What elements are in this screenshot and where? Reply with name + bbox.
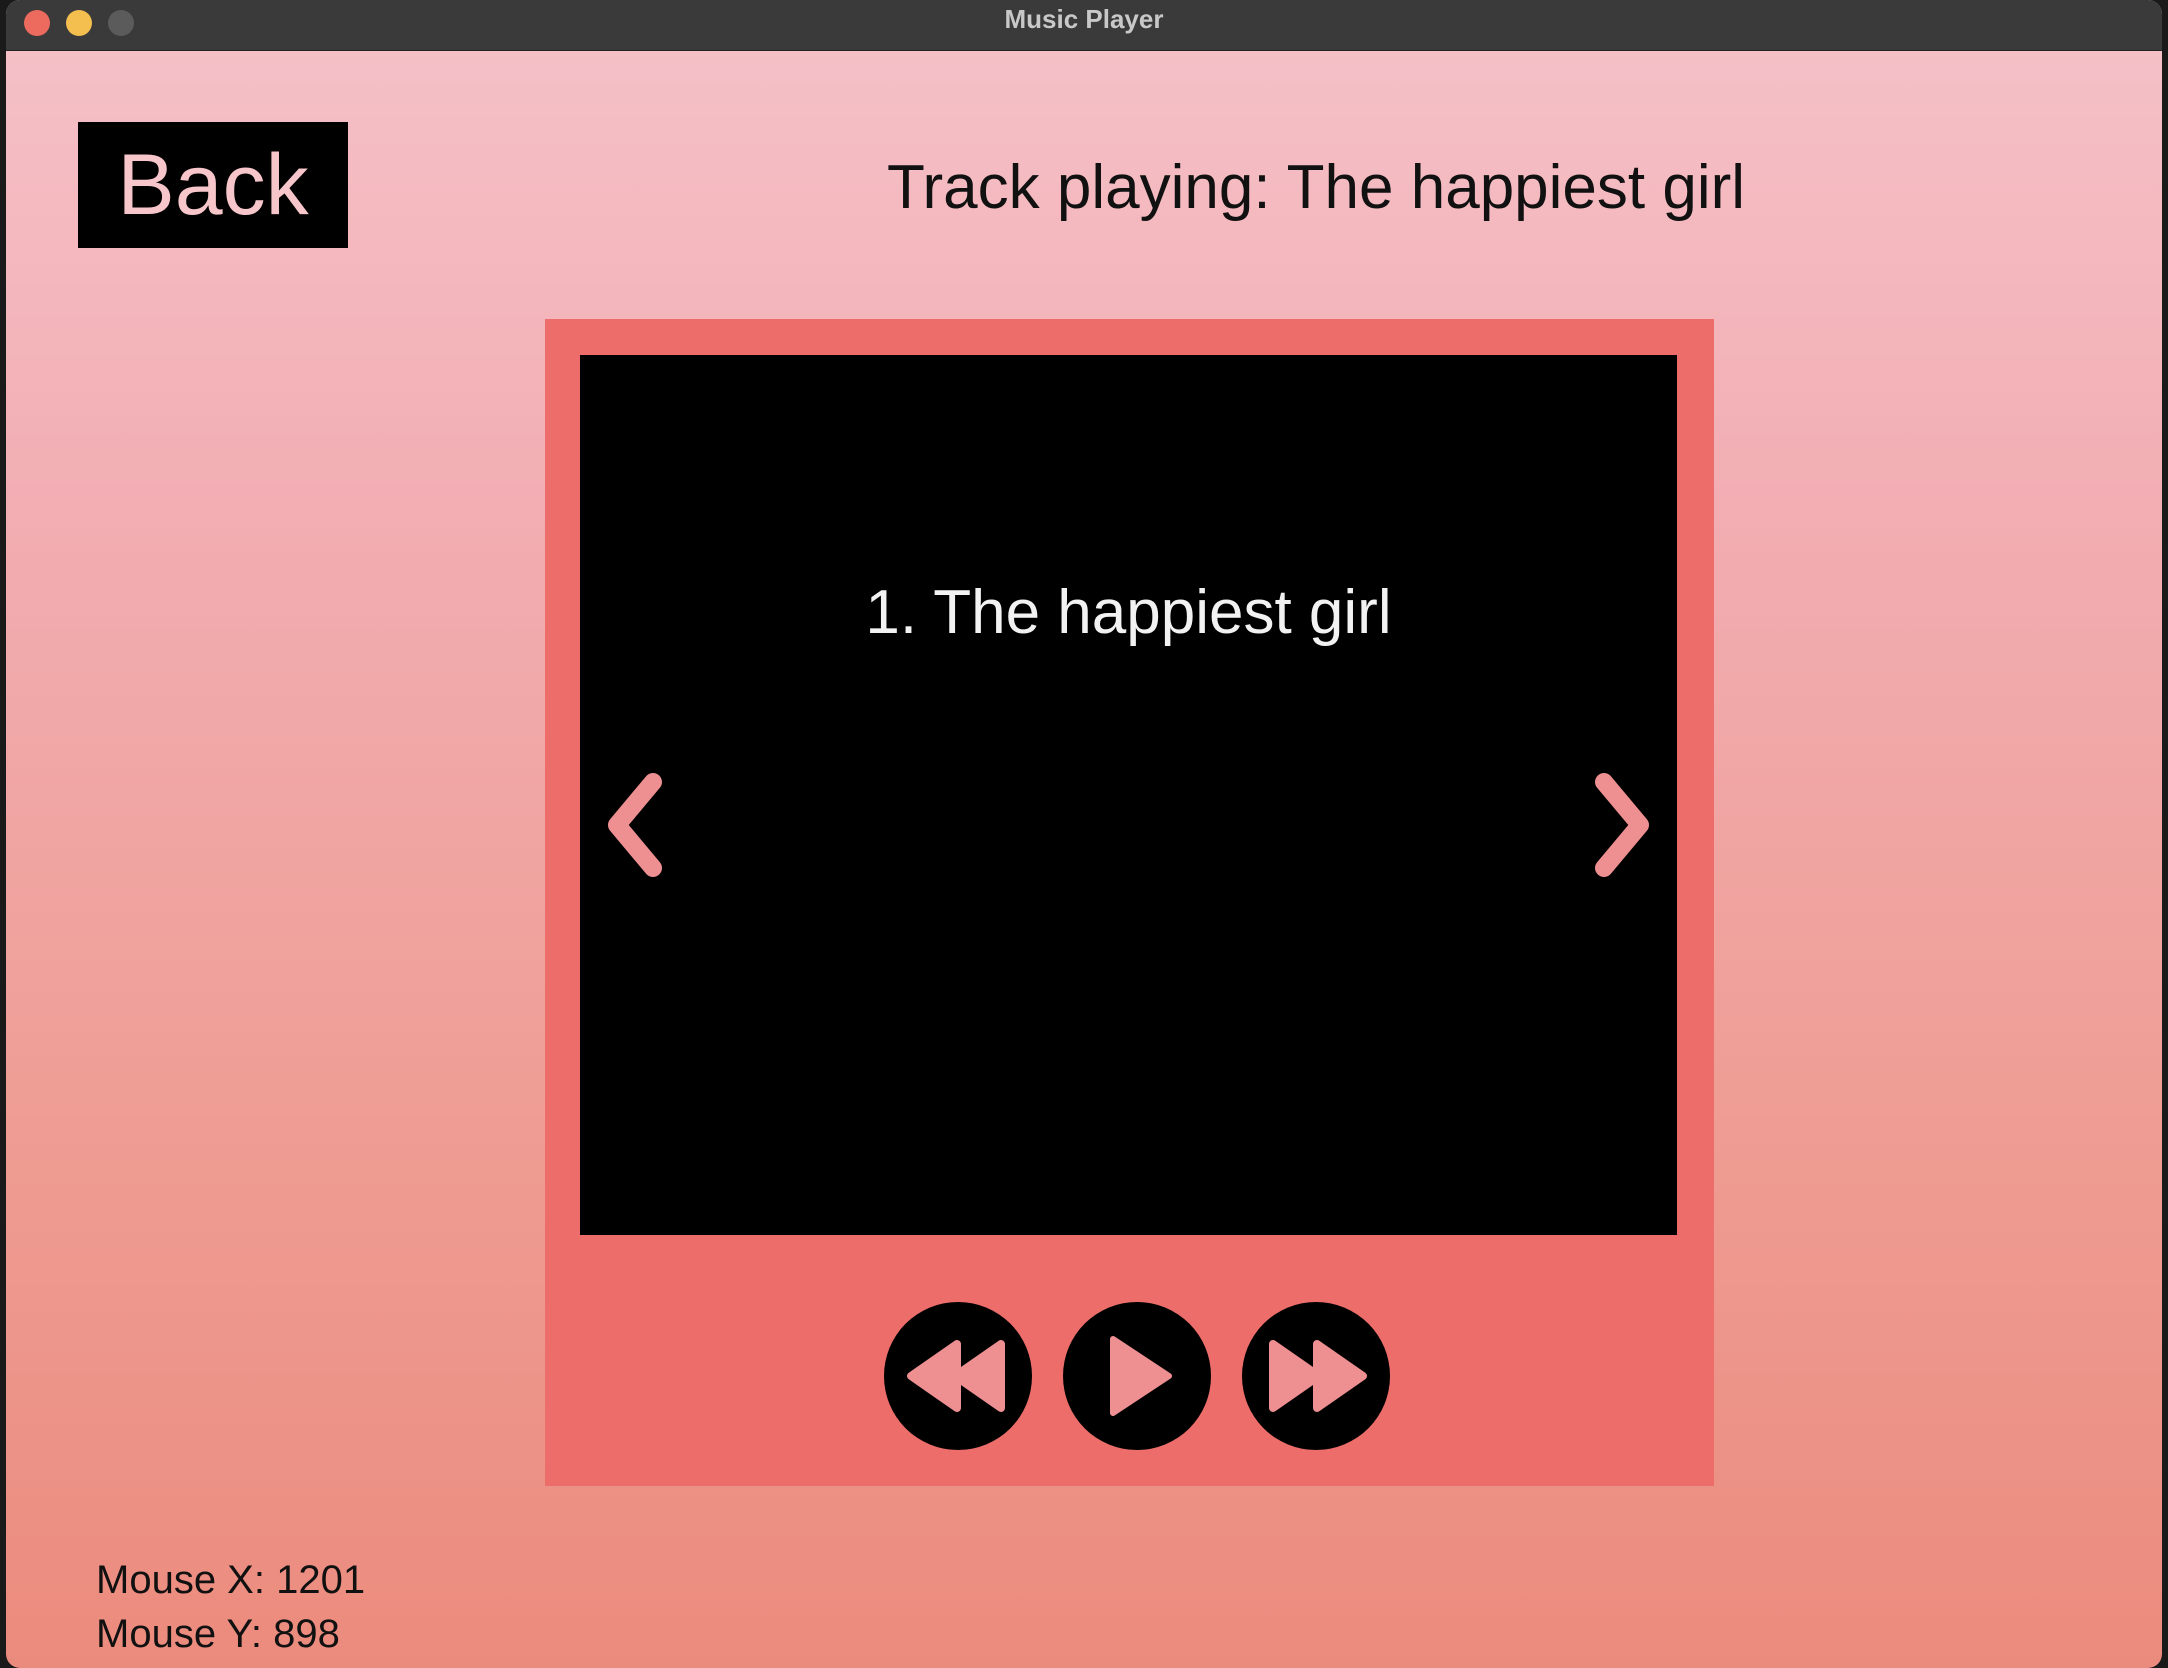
now-playing-label: Track playing: The happiest girl <box>886 153 1746 222</box>
track-display: 1. The happiest girl <box>580 355 1677 1235</box>
mouse-x-readout: Mouse X: 1201 <box>96 1558 366 1602</box>
app-window: Music Player Back Track playing: The hap… <box>6 0 2162 1668</box>
fast-forward-button[interactable] <box>1242 1302 1390 1450</box>
rewind-icon <box>907 1340 1005 1412</box>
play-button[interactable] <box>1063 1302 1211 1450</box>
player-frame: 1. The happiest girl <box>545 319 1714 1486</box>
title-bar: Music Player <box>6 0 2162 51</box>
current-track-item[interactable]: 1. The happiest girl <box>580 577 1677 648</box>
next-track-button[interactable] <box>1582 770 1662 880</box>
back-button[interactable]: Back <box>78 122 348 248</box>
rewind-button[interactable] <box>884 1302 1032 1450</box>
previous-track-button[interactable] <box>595 770 675 880</box>
window-title: Music Player <box>1004 4 1164 34</box>
playback-controls <box>545 1302 1714 1452</box>
fast-forward-icon <box>1269 1340 1367 1412</box>
chevron-right-icon <box>1595 773 1649 877</box>
chevron-left-icon <box>608 773 662 877</box>
play-icon <box>1110 1336 1172 1416</box>
mouse-y-readout: Mouse Y: 898 <box>96 1612 340 1656</box>
